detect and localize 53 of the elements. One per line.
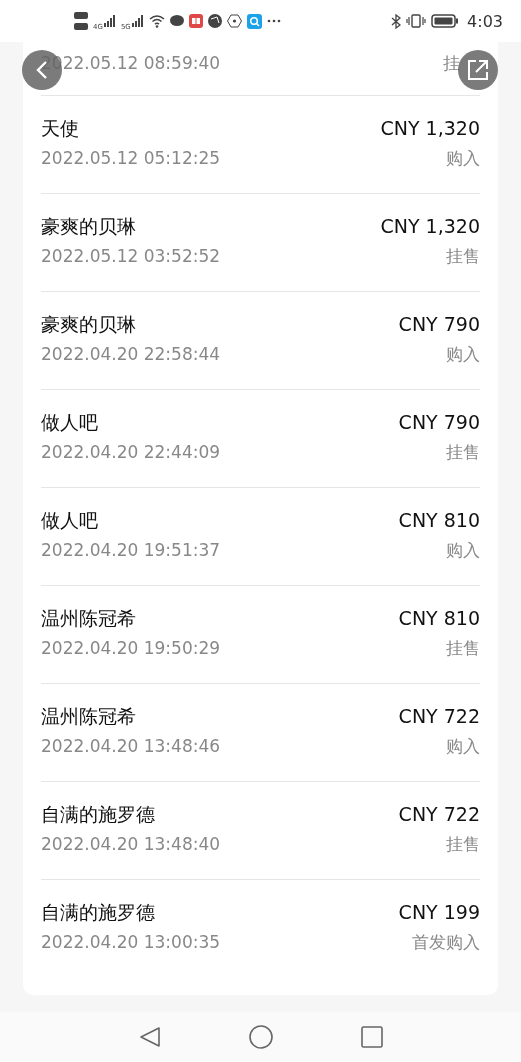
user-name: 豪爽的贝琳 [41,214,136,239]
chat-icon [169,15,184,27]
wifi-icon [148,14,165,28]
user-name: 做人吧 [41,508,98,533]
timestamp: 2022.04.20 13:48:40 [41,833,221,856]
timestamp: 2022.05.12 03:52:52 [41,245,221,268]
timestamp: 2022.04.20 19:51:37 [41,539,221,562]
user-name: 温州陈冠希 [41,606,136,631]
record-type: 挂售 [446,637,480,660]
user-name: 豪爽的贝琳 [41,312,136,337]
price: CNY 1,320 [380,116,480,141]
user-name: 做人吧 [41,410,98,435]
clock-time: 4:03 [467,11,503,31]
record-type: 购入 [446,343,480,366]
price: CNY 810 [398,508,480,533]
record-type: 挂售 [446,245,480,268]
bluetooth-icon [391,13,402,29]
user-name: 自满的施罗德 [41,802,155,827]
price: CNY 722 [398,704,480,729]
record-type: 挂 [443,52,460,75]
search-icon [246,13,262,29]
home-icon[interactable] [248,1025,273,1049]
signal-icon [131,15,144,27]
back-icon[interactable] [138,1026,161,1048]
recents-icon[interactable] [360,1026,383,1048]
timestamp: 2022.04.20 22:58:44 [41,343,221,366]
user-name: 天使 [41,116,79,141]
share-icon [467,59,489,81]
signal-icon [103,15,116,27]
user-name: 温州陈冠希 [41,704,136,729]
price: CNY 790 [398,410,480,435]
price: CNY 722 [398,802,480,827]
timestamp: 2022.04.20 13:00:35 [41,931,221,954]
timestamp: 2022.04.20 22:44:09 [41,441,221,464]
record-type: 首发购入 [412,931,480,954]
price: CNY 1,320 [380,214,480,239]
vibrate-icon [406,14,427,28]
timestamp: 2022.04.20 19:50:29 [41,637,221,660]
price: CNY 790 [398,312,480,337]
price: CNY 199 [398,900,480,925]
more-icon [266,19,281,23]
record-type: 挂售 [446,833,480,856]
record-type: 挂售 [446,441,480,464]
book-icon [188,14,203,28]
price: CNY 810 [398,606,480,631]
timestamp: 2022.05.12 05:12:25 [41,147,221,170]
timestamp: 2022.04.20 13:48:46 [41,735,221,758]
record-type: 购入 [446,539,480,562]
hexagon-icon [226,14,242,28]
record-type: 购入 [446,735,480,758]
record-type: 购入 [446,147,480,170]
battery-icon [431,14,460,28]
user-name: 自满的施罗德 [41,900,155,925]
